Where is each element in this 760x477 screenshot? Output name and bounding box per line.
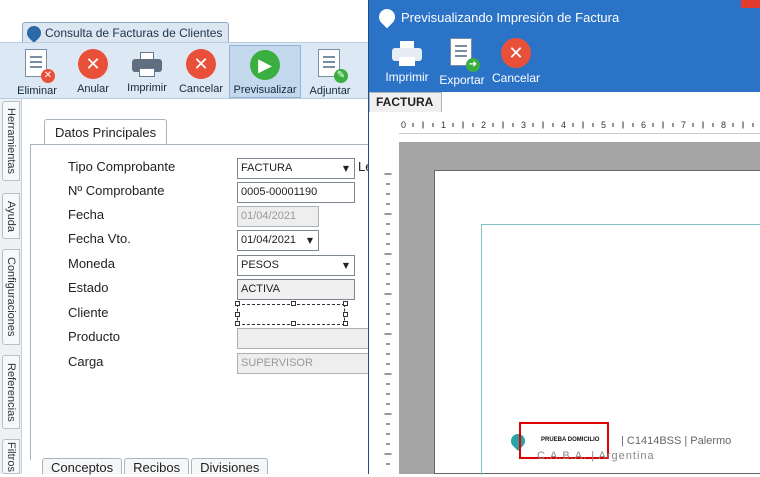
attach-doc-icon: ✎ <box>314 49 348 83</box>
side-tab-ayuda[interactable]: Ayuda <box>2 193 20 239</box>
producto-input[interactable] <box>237 328 377 349</box>
ruler-tick-label: 3 <box>521 120 526 130</box>
print-preview-window: Previsualizando Impresión de Factura Imp… <box>368 0 760 475</box>
address-line2: C.A.B.A. | Argentina <box>537 450 655 462</box>
tab-recibos[interactable]: Recibos <box>124 458 190 475</box>
address-line1: | C1414BSS | Palermo <box>621 435 732 447</box>
numero-comprobante-input[interactable]: 0005-00001190 <box>237 182 355 203</box>
moneda-select[interactable]: PESOS ▼ <box>237 255 355 276</box>
play-icon: ▶ <box>250 50 280 80</box>
previsualizar-button[interactable]: ▶ Previsualizar <box>229 45 301 98</box>
carga-label: Carga <box>68 354 104 369</box>
ruler-tick-label: 4 <box>561 120 566 130</box>
tab-divisiones[interactable]: Divisiones <box>191 458 269 475</box>
producto-label: Producto <box>68 329 121 344</box>
vertical-ruler <box>377 134 399 474</box>
address-name: PRUEBA DOMICILIO <box>541 437 600 443</box>
app-logo-icon <box>24 22 44 43</box>
delete-doc-icon: ✕ <box>21 49 55 83</box>
resize-handle[interactable] <box>235 312 240 317</box>
numero-comprobante-label: Nº Comprobante <box>68 183 165 198</box>
cliente-label: Cliente <box>68 305 109 320</box>
preview-imprimir-button[interactable]: Imprimir <box>383 38 431 84</box>
preview-exportar-button[interactable]: ➜ Exportar <box>437 38 487 87</box>
tab-factura[interactable]: FACTURA <box>369 92 443 112</box>
ruler-tick-label: 2 <box>481 120 486 130</box>
document-tab-strip: Consulta de Facturas de Clientes <box>0 0 372 43</box>
fecha-input[interactable]: 01/04/2021 <box>237 206 319 227</box>
anular-button[interactable]: ✕ Anular <box>68 45 118 98</box>
imprimir-button[interactable]: Imprimir <box>122 45 172 98</box>
preview-toolbar: Imprimir ➜ Exportar ✕ Cancelar <box>369 34 760 92</box>
resize-handle[interactable] <box>291 321 296 326</box>
ruler-tick-label: 1 <box>441 120 446 130</box>
preview-title: Previsualizando Impresión de Factura <box>401 9 620 25</box>
side-tab-filtros[interactable]: Filtros <box>2 439 20 474</box>
ruler-tick-label: 8 <box>721 120 726 130</box>
chevron-down-icon: ▼ <box>342 164 350 173</box>
app-logo-icon <box>375 5 399 29</box>
eliminar-button[interactable]: ✕ Eliminar <box>12 45 62 98</box>
detail-tab-strip: Conceptos Recibos Divisiones <box>42 458 269 475</box>
preview-cancelar-button[interactable]: ✕ Cancelar <box>491 38 541 85</box>
invoice-query-window: Consulta de Facturas de Clientes ✕ Elimi… <box>0 0 377 475</box>
datos-principales-panel: Datos Principales Tipo Comprobante FACTU… <box>30 108 377 475</box>
cancel-x-icon: ✕ <box>186 49 216 79</box>
chevron-down-icon: ▼ <box>306 236 314 245</box>
carga-field: SUPERVISOR <box>237 353 377 374</box>
cancelar-button[interactable]: ✕ Cancelar <box>176 45 226 98</box>
close-icon[interactable] <box>741 0 760 8</box>
tipo-comprobante-select[interactable]: FACTURA ▼ <box>237 158 355 179</box>
preview-canvas[interactable]: PRUEBA DOMICILIO | C1414BSS | Palermo C.… <box>399 142 760 475</box>
moneda-label: Moneda <box>68 256 115 271</box>
resize-handle[interactable] <box>343 301 348 306</box>
fecha-vto-label: Fecha Vto. <box>68 231 131 246</box>
printer-icon <box>392 41 422 67</box>
report-preview-area: FACTURA 0 1 2 3 4 5 6 7 8 PRUEBA DOMICILIO | C14… <box>369 92 760 475</box>
resize-handle[interactable] <box>235 301 240 306</box>
ruler-tick-label: 5 <box>601 120 606 130</box>
side-tab-referencias[interactable]: Referencias <box>2 355 20 429</box>
ruler-tick-label: 6 <box>641 120 646 130</box>
tab-conceptos[interactable]: Conceptos <box>42 458 123 475</box>
resize-handle[interactable] <box>235 321 240 326</box>
resize-handle[interactable] <box>291 301 296 306</box>
estado-field: ACTIVA <box>237 279 355 300</box>
fecha-vto-picker[interactable]: 01/04/2021 ▼ <box>237 230 319 251</box>
tab-consulta-facturas[interactable]: Consulta de Facturas de Clientes <box>22 22 230 43</box>
ruler-tick-label: 0 <box>401 120 406 130</box>
preview-titlebar[interactable]: Previsualizando Impresión de Factura <box>369 0 760 34</box>
tipo-comprobante-label: Tipo Comprobante <box>68 159 176 174</box>
chevron-down-icon: ▼ <box>342 261 350 270</box>
resize-handle[interactable] <box>343 321 348 326</box>
side-tab-bar: Herramientas Ayuda Configuraciones Refer… <box>0 99 22 474</box>
resize-handle[interactable] <box>343 312 348 317</box>
export-doc-icon: ➜ <box>446 38 480 72</box>
adjuntar-button[interactable]: ✎ Adjuntar <box>305 45 355 98</box>
estado-label: Estado <box>68 280 109 295</box>
main-toolbar: ✕ Eliminar ✕ Anular Imprimir ✕ Cancelar … <box>0 42 372 99</box>
cancel-x-icon: ✕ <box>78 49 108 79</box>
fecha-label: Fecha <box>68 207 105 222</box>
ruler-tick-label: 7 <box>681 120 686 130</box>
horizontal-ruler: 0 1 2 3 4 5 6 7 8 <box>399 116 760 134</box>
cancel-x-icon: ✕ <box>501 38 531 68</box>
invoice-page: PRUEBA DOMICILIO | C1414BSS | Palermo C.… <box>434 170 760 475</box>
side-tab-configuraciones[interactable]: Configuraciones <box>2 249 20 345</box>
side-tab-herramientas[interactable]: Herramientas <box>2 101 20 181</box>
printer-icon <box>132 52 162 78</box>
tab-label: Consulta de Facturas de Clientes <box>45 25 223 40</box>
tab-datos-principales[interactable]: Datos Principales <box>44 119 168 145</box>
